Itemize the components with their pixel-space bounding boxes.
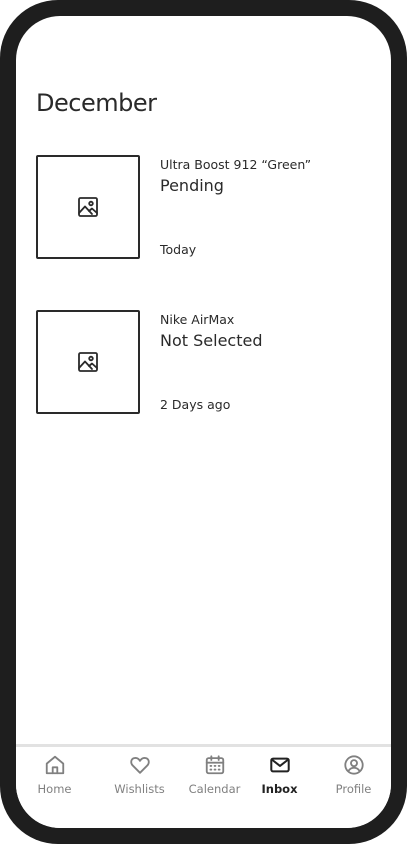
tab-label: Profile [335, 782, 372, 796]
item-thumbnail [36, 310, 140, 414]
app-screen: December Ultra Boost 912 “Green” Pending… [16, 16, 391, 828]
phone-frame: December Ultra Boost 912 “Green” Pending… [0, 0, 407, 844]
item-status: Pending [160, 176, 224, 195]
item-name: Ultra Boost 912 “Green” [160, 157, 312, 172]
mail-icon [269, 753, 291, 777]
calendar-icon [204, 753, 226, 777]
home-icon [44, 753, 66, 777]
tab-label: Calendar [188, 782, 241, 796]
item-time: 2 Days ago [160, 397, 231, 412]
item-thumbnail [36, 155, 140, 259]
image-icon [78, 352, 98, 372]
tab-label: Home [37, 782, 72, 796]
tab-label: Inbox [261, 782, 298, 796]
tab-home[interactable]: Home [17, 753, 92, 803]
tab-label: Wishlists [114, 782, 165, 796]
item-name: Nike AirMax [160, 312, 235, 327]
list-item[interactable]: Ultra Boost 912 “Green” Pending Today [36, 155, 376, 259]
item-time: Today [160, 242, 197, 257]
heart-icon [129, 753, 151, 777]
tab-inbox[interactable]: Inbox [242, 753, 317, 803]
item-status: Not Selected [160, 331, 263, 350]
profile-icon [343, 753, 365, 777]
tab-calendar[interactable]: Calendar [177, 753, 252, 803]
image-icon [78, 197, 98, 217]
tab-profile[interactable]: Profile [316, 753, 391, 803]
tab-bar: Home Wishlists Calendar Inbox Profile [16, 744, 391, 828]
list-item[interactable]: Nike AirMax Not Selected 2 Days ago [36, 310, 376, 414]
section-title: December [36, 89, 157, 117]
tab-wishlists[interactable]: Wishlists [102, 753, 177, 803]
